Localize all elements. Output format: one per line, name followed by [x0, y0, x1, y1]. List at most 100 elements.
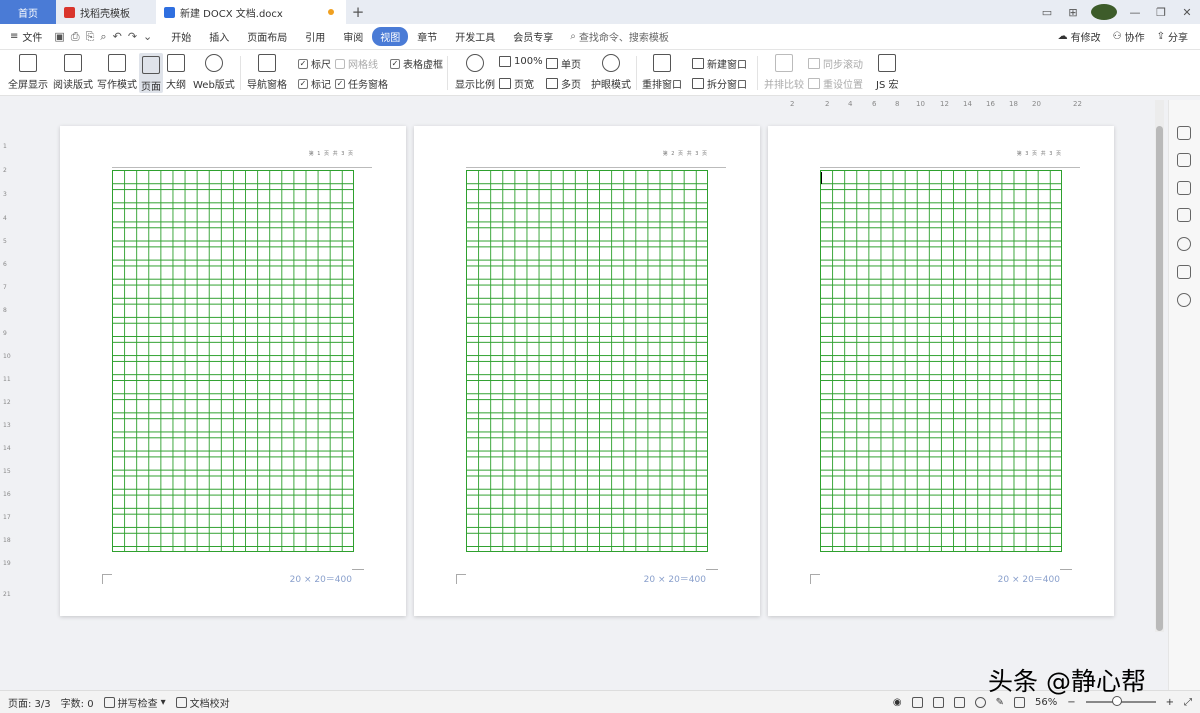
- horizontal-ruler[interactable]: 2 2 4 6 8 10 12 14 16 18 20 22: [780, 99, 1100, 111]
- share-button[interactable]: ⇪ 分享: [1157, 29, 1188, 44]
- fit-zoom-icon[interactable]: [1013, 696, 1025, 708]
- document-page[interactable]: 第 3 页 共 3 页 20 × 20＝400: [768, 126, 1114, 616]
- table-gridlines-checkbox[interactable]: ✓ 表格虚框: [390, 56, 443, 71]
- menu-home[interactable]: 开始: [162, 29, 200, 44]
- zoom-out-icon[interactable]: −: [1067, 697, 1075, 708]
- side-by-side-button[interactable]: 并排比较: [764, 54, 804, 91]
- fullscreen-button[interactable]: 全屏显示: [8, 54, 48, 91]
- export-icon[interactable]: ⎙: [71, 30, 80, 44]
- fullscreen-icon[interactable]: ⤢: [1184, 697, 1192, 708]
- pen-icon[interactable]: [1177, 153, 1191, 167]
- menu-member[interactable]: 会员专享: [504, 29, 562, 44]
- menu-view[interactable]: 视图: [372, 27, 409, 46]
- image-edit-icon[interactable]: [1177, 265, 1191, 279]
- menu-insert[interactable]: 插入: [200, 29, 238, 44]
- menu-review[interactable]: 审阅: [334, 29, 372, 44]
- read-mode-button[interactable]: 阅读版式: [53, 54, 93, 91]
- zoom-slider[interactable]: [1085, 696, 1156, 706]
- vertical-scrollbar[interactable]: [1155, 100, 1164, 632]
- save-icon[interactable]: ▣: [54, 30, 64, 44]
- menu-chapter[interactable]: 章节: [408, 29, 446, 44]
- outline-icon: [167, 54, 185, 72]
- vertical-ruler[interactable]: 1 2 3 4 5 6 7 8 9 10 11 12 13 14 15 16 1…: [0, 125, 12, 615]
- grid-apps-icon[interactable]: ⊞: [1060, 6, 1086, 19]
- nav-pane-button[interactable]: 导航窗格: [247, 54, 287, 91]
- menu-developer[interactable]: 开发工具: [446, 29, 504, 44]
- layout-icon[interactable]: ▭: [1034, 6, 1060, 19]
- one-to-one-icon: [499, 56, 511, 67]
- tab-home[interactable]: 首页: [0, 0, 56, 24]
- outline-label: 大纲: [166, 80, 186, 91]
- new-tab-button[interactable]: +: [346, 0, 370, 24]
- cursor-icon[interactable]: [1177, 181, 1191, 195]
- sync-scroll-button[interactable]: 同步滚动: [808, 56, 863, 71]
- reset-position-button[interactable]: 重设位置: [808, 76, 863, 91]
- marks-checkbox[interactable]: ✓ 标记: [298, 76, 331, 91]
- split-window-button[interactable]: 拆分窗口: [692, 76, 747, 91]
- page-indicator[interactable]: 页面: 3/3: [8, 695, 51, 710]
- page-view-icon[interactable]: [911, 696, 923, 708]
- tab-template[interactable]: 找稻壳模板: [56, 0, 156, 24]
- spell-check-button[interactable]: 拼写检查 ▾: [103, 695, 166, 710]
- preview-icon[interactable]: ⌕: [100, 30, 106, 44]
- zoom-in-icon[interactable]: +: [1166, 697, 1174, 708]
- page-view-button[interactable]: 页面: [139, 53, 163, 93]
- text-cursor: [821, 172, 822, 184]
- eye-icon[interactable]: ◉: [893, 697, 902, 708]
- ruler-tick: 6: [872, 100, 877, 108]
- pen-icon[interactable]: ✎: [996, 697, 1004, 708]
- read-view-icon[interactable]: [953, 696, 965, 708]
- help-icon[interactable]: [1177, 237, 1191, 251]
- chevron-down-icon[interactable]: ⌄: [143, 30, 152, 44]
- print-icon[interactable]: ⎘: [86, 30, 95, 44]
- redo-icon[interactable]: ↷: [128, 30, 137, 44]
- changes-label: 有修改: [1070, 33, 1101, 44]
- hundred-percent-button[interactable]: 100%: [499, 56, 543, 67]
- collab-button[interactable]: ⚇ 协作: [1113, 29, 1145, 44]
- document-page[interactable]: 第 2 页 共 3 页 20 × 20＝400: [414, 126, 760, 616]
- globe-icon: [204, 54, 223, 72]
- js-macro-button[interactable]: JS 宏: [876, 54, 898, 91]
- close-icon[interactable]: ✕: [1174, 6, 1200, 19]
- single-page-button[interactable]: 单页: [546, 56, 581, 71]
- ruler-checkbox[interactable]: ✓ 标尺: [298, 56, 331, 71]
- scrollbar-thumb[interactable]: [1156, 126, 1163, 631]
- rearrange-button[interactable]: 重排窗口: [642, 54, 682, 91]
- new-window-button[interactable]: 新建窗口: [692, 56, 747, 71]
- location-icon[interactable]: [1177, 293, 1191, 307]
- menu-layout[interactable]: 页面布局: [238, 29, 296, 44]
- web-view-icon[interactable]: [974, 696, 986, 708]
- command-search[interactable]: ⌕ 查找命令、搜索模板: [570, 29, 669, 44]
- web-layout-button[interactable]: Web版式: [193, 54, 235, 91]
- eye-mode-button[interactable]: 护眼模式: [591, 54, 631, 91]
- minimize-icon[interactable]: —: [1122, 6, 1148, 19]
- avatar[interactable]: [1091, 4, 1117, 20]
- word-count[interactable]: 字数: 0: [61, 695, 94, 710]
- changes-button[interactable]: ☁ 有修改: [1058, 29, 1101, 44]
- file-menu[interactable]: ≡ 文件: [0, 29, 50, 44]
- task-pane-checkbox[interactable]: ✓ 任务窗格: [335, 76, 388, 91]
- zoom-button[interactable]: 显示比例: [455, 54, 495, 91]
- table-gridlines-label: 表格虚框: [403, 60, 443, 71]
- outline-button[interactable]: 大纲: [166, 54, 186, 91]
- sliders-icon[interactable]: [1177, 208, 1191, 222]
- single-page-icon: [546, 58, 558, 69]
- page-width-button[interactable]: 页宽: [499, 76, 534, 91]
- margin-corner: [456, 574, 466, 584]
- eye-mode-label: 护眼模式: [591, 80, 631, 91]
- ruler-tick: 4: [3, 215, 7, 222]
- ruler-tick: 14: [3, 445, 11, 452]
- outline-view-icon[interactable]: [932, 696, 944, 708]
- rocket-icon[interactable]: [1177, 126, 1191, 140]
- tab-document[interactable]: 新建 DOCX 文档.docx: [156, 0, 346, 24]
- undo-icon[interactable]: ↶: [113, 30, 122, 44]
- menu-references[interactable]: 引用: [296, 29, 334, 44]
- document-page[interactable]: 第 1 页 共 3 页 20 × 20＝400: [60, 126, 406, 616]
- proofread-button[interactable]: 文档校对: [175, 695, 230, 710]
- zoom-level[interactable]: 56%: [1035, 697, 1057, 708]
- gridlines-checkbox[interactable]: 网格线: [335, 56, 378, 71]
- restore-icon[interactable]: ❐: [1148, 6, 1174, 19]
- multi-page-button[interactable]: 多页: [546, 76, 581, 91]
- ruler-tick: 18: [1009, 100, 1018, 108]
- write-mode-button[interactable]: 写作模式: [97, 54, 137, 91]
